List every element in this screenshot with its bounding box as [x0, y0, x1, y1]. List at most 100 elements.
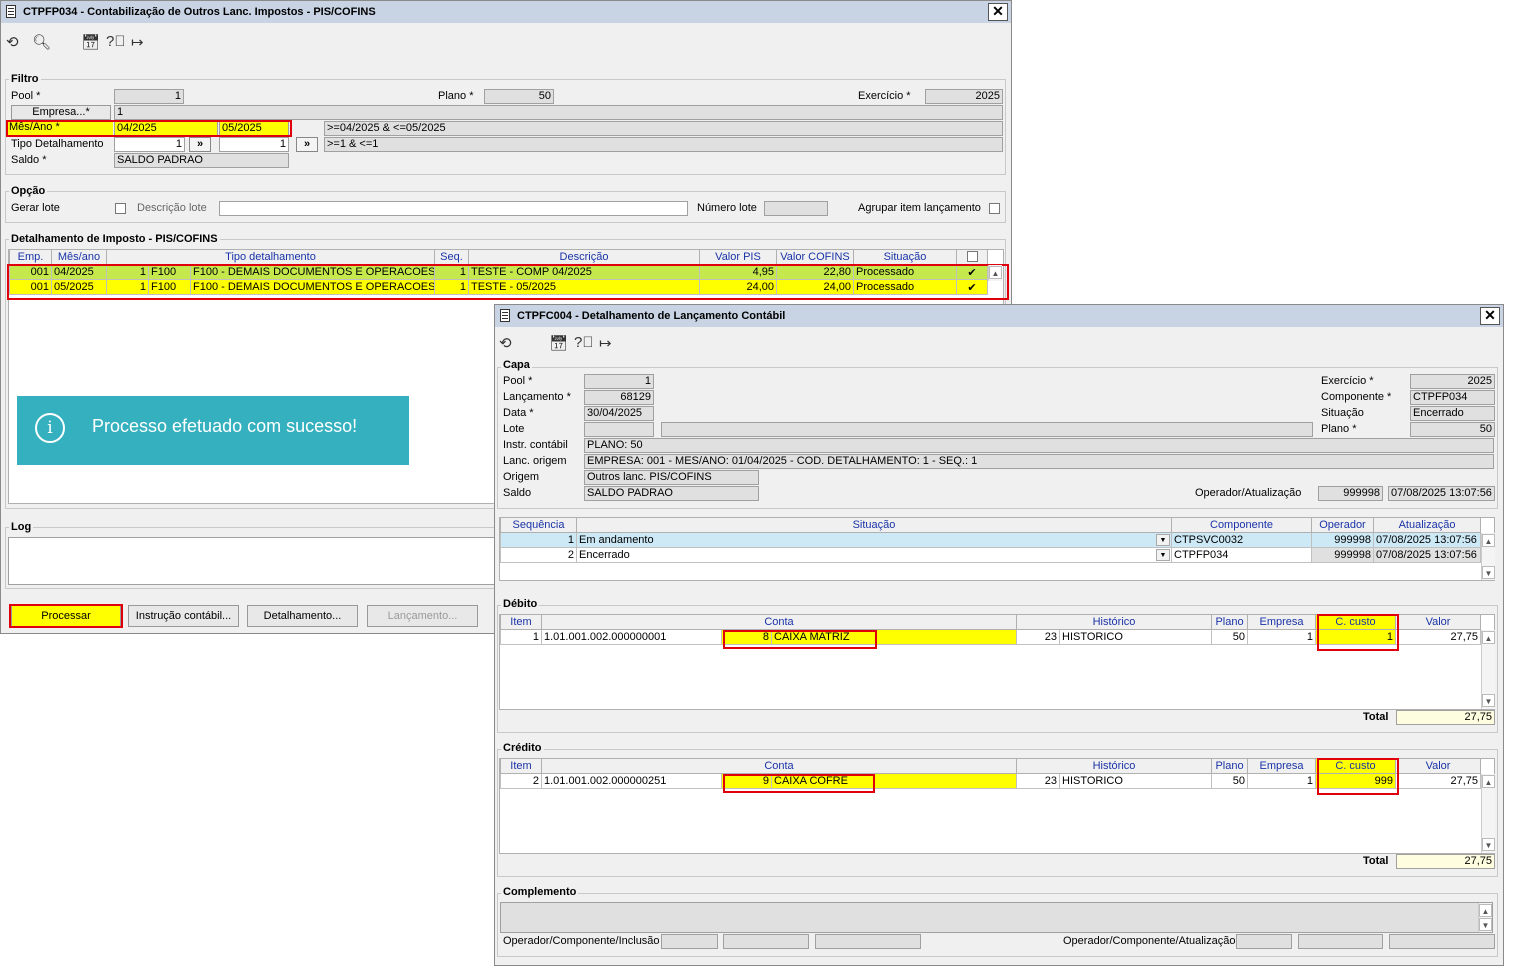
search-icon[interactable]: 🔍︎: [32, 35, 51, 51]
log-textarea[interactable]: [8, 537, 498, 585]
col-empresa[interactable]: Empresa: [1247, 614, 1317, 630]
cell-emp[interactable]: 001: [9, 279, 52, 295]
col-seq[interactable]: Seq.: [434, 249, 469, 265]
col-historico[interactable]: Histórico: [1015, 614, 1213, 630]
col-item[interactable]: Item: [500, 758, 542, 774]
close-icon[interactable]: ✕: [1480, 307, 1500, 325]
col-mesano[interactable]: Mês/ano: [51, 249, 107, 265]
cell-conta[interactable]: 1.01.001.002.000000001: [541, 629, 722, 645]
cell-operador[interactable]: 999998: [1311, 532, 1374, 548]
scroll-down-icon[interactable]: ▼: [1482, 838, 1495, 851]
row-checkbox[interactable]: ✔: [956, 279, 988, 295]
cell-situacao[interactable]: Em andamento ▼: [576, 532, 1172, 548]
status-scrollbar[interactable]: ▲ ▼: [1481, 533, 1495, 580]
cell-empresa[interactable]: 1: [1247, 629, 1317, 645]
cell-atualizacao[interactable]: 07/08/2025 13:07:56: [1373, 532, 1481, 548]
pool-field[interactable]: 1: [584, 374, 654, 389]
saldo-field[interactable]: SALDO PADRAO: [584, 486, 759, 501]
lanc-origem-field[interactable]: EMPRESA: 001 - MES/ANO: 01/04/2025 - COD…: [584, 454, 1494, 469]
detalhamento-button[interactable]: Detalhamento...: [247, 605, 358, 627]
cell-atualizacao[interactable]: 07/08/2025 13:07:56: [1373, 547, 1481, 563]
cell-valor-cofins[interactable]: 22,80: [776, 264, 854, 280]
col-emp[interactable]: Emp.: [9, 249, 52, 265]
componente-field[interactable]: CTPFP034: [1410, 390, 1495, 405]
cell-operador[interactable]: 999998: [1311, 547, 1374, 563]
col-conta[interactable]: Conta: [541, 758, 1017, 774]
table-row[interactable]: 2 1.01.001.002.000000251 9 CAIXA COFRE 2…: [500, 773, 1482, 789]
row-checkbox[interactable]: ✔: [956, 264, 988, 280]
pool-field[interactable]: 1: [114, 89, 184, 104]
complemento-scrollbar[interactable]: ▲ ▼: [1478, 903, 1492, 932]
cell-conta[interactable]: 1.01.001.002.000000251: [541, 773, 722, 789]
cell-componente[interactable]: CTPSVC0032: [1171, 532, 1312, 548]
scroll-down-icon[interactable]: ▼: [1482, 694, 1495, 707]
col-descricao[interactable]: Descrição: [468, 249, 700, 265]
cell-ccusto[interactable]: 999: [1315, 773, 1397, 789]
credito-scrollbar[interactable]: ▲ ▼: [1481, 774, 1495, 853]
descricao-lote-field[interactable]: [219, 201, 688, 216]
scroll-down-icon[interactable]: ▼: [1479, 918, 1492, 931]
scroll-up-icon[interactable]: ▲: [1482, 631, 1495, 644]
refresh-icon[interactable]: ⟲: [499, 336, 512, 352]
instrucao-contabil-button[interactable]: Instrução contábil...: [128, 605, 239, 627]
cell-valor-pis[interactable]: 24,00: [699, 279, 777, 295]
numero-lote-field[interactable]: [764, 201, 828, 216]
cell-sequencia[interactable]: 2: [500, 547, 577, 563]
agrupar-checkbox[interactable]: [989, 203, 1000, 214]
exit-icon[interactable]: ↦: [131, 35, 144, 51]
plano-field[interactable]: 50: [1410, 422, 1495, 437]
tipo-to-lookup-button[interactable]: »: [296, 137, 318, 152]
tipo-lookup-button[interactable]: »: [189, 137, 211, 152]
scroll-up-icon[interactable]: ▲: [1479, 904, 1492, 917]
cell-valor[interactable]: 27,75: [1395, 629, 1482, 645]
col-valor[interactable]: Valor: [1395, 614, 1482, 630]
table-row[interactable]: 001 04/2025 1 F100 F100 - DEMAIS DOCUMEN…: [9, 264, 988, 280]
lancamento-field[interactable]: 68129: [584, 390, 654, 405]
operador-field[interactable]: 999998: [1318, 486, 1383, 501]
col-plano[interactable]: Plano: [1211, 614, 1249, 630]
cell-item[interactable]: 1: [500, 629, 542, 645]
cell-tipo-desc[interactable]: F100 - DEMAIS DOCUMENTOS E OPERACOES GER: [190, 279, 435, 295]
col-tipo-detalhamento[interactable]: Tipo detalhamento: [106, 249, 435, 265]
cell-mesano[interactable]: 04/2025: [51, 264, 107, 280]
calendar-icon[interactable]: 📅︎: [81, 35, 100, 51]
plano-field[interactable]: 50: [484, 89, 554, 104]
situacao-field[interactable]: Encerrado: [1410, 406, 1495, 421]
cell-valor[interactable]: 27,75: [1395, 773, 1482, 789]
col-empresa[interactable]: Empresa: [1247, 758, 1317, 774]
cell-seq[interactable]: 1: [434, 279, 469, 295]
cell-tipo-num[interactable]: 1: [106, 264, 149, 280]
tipo-from-field[interactable]: 1: [114, 137, 185, 152]
help-icon[interactable]: ?⃝: [106, 34, 126, 50]
cell-hist-num[interactable]: 23: [1016, 629, 1060, 645]
col-operador[interactable]: Operador: [1311, 517, 1374, 533]
exercicio-field[interactable]: 2025: [925, 89, 1003, 104]
cell-plano[interactable]: 50: [1211, 773, 1249, 789]
table-row[interactable]: 2 Encerrado ▼ CTPFP034 999998 07/08/2025 …: [500, 547, 1481, 563]
cell-descricao[interactable]: TESTE - COMP 04/2025: [468, 264, 700, 280]
lote-field[interactable]: [584, 422, 654, 437]
cell-situacao[interactable]: Processado: [853, 264, 957, 280]
cell-plano[interactable]: 50: [1211, 629, 1249, 645]
cell-descricao[interactable]: TESTE - 05/2025: [468, 279, 700, 295]
cell-valor-cofins[interactable]: 24,00: [776, 279, 854, 295]
processar-button[interactable]: Processar: [11, 605, 121, 627]
debito-scrollbar[interactable]: ▲ ▼: [1481, 630, 1495, 709]
scroll-up-icon[interactable]: ▲: [1482, 775, 1495, 788]
close-icon[interactable]: ✕: [988, 3, 1008, 21]
detalhamento-scrollbar[interactable]: ▲: [988, 265, 1002, 281]
exercicio-field[interactable]: 2025: [1410, 374, 1495, 389]
cell-conta-num[interactable]: 9: [721, 773, 772, 789]
cell-conta-nome[interactable]: CAIXA MATRIZ: [771, 629, 1017, 645]
col-valor-pis[interactable]: Valor PIS: [699, 249, 777, 265]
scroll-up-icon[interactable]: ▲: [1482, 534, 1495, 547]
saldo-field[interactable]: SALDO PADRAO: [114, 153, 289, 168]
table-row[interactable]: 1 1.01.001.002.000000001 8 CAIXA MATRIZ …: [500, 629, 1482, 645]
col-atualizacao[interactable]: Atualização: [1373, 517, 1481, 533]
cell-seq[interactable]: 1: [434, 264, 469, 280]
cell-conta-nome[interactable]: CAIXA COFRE: [771, 773, 1017, 789]
cell-empresa[interactable]: 1: [1247, 773, 1317, 789]
calendar-icon[interactable]: 📅︎: [549, 336, 568, 352]
cell-situacao[interactable]: Encerrado ▼: [576, 547, 1172, 563]
mesano-to-field[interactable]: 05/2025: [219, 121, 289, 136]
